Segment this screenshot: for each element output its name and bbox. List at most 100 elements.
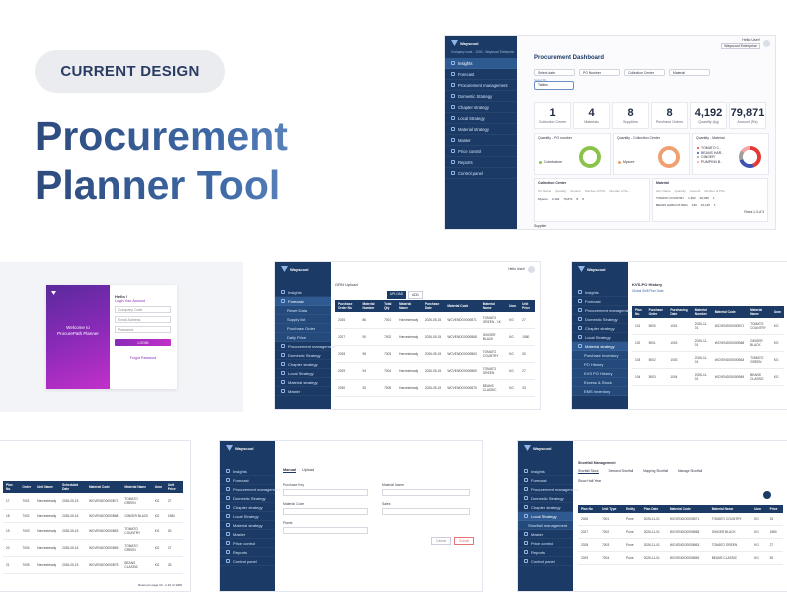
pagination[interactable]: Rows 1-3 of 3 [656,210,764,214]
sidebar-item-procurement[interactable]: Procurement management [275,342,335,351]
table-row[interactable]: 2029 94 7004 Harvestready 2026-05-15 WCVENDO0… [335,362,535,380]
sidebar-item-7[interactable]: Master [445,135,517,146]
sidebar-subitem[interactable]: KVS PO History [572,369,628,378]
sidebar-subitem[interactable]: EMS Inventory [572,387,628,396]
sidebar-item-insights[interactable]: Insights [518,467,573,476]
cancel-button[interactable]: Cancel [431,537,452,545]
column-header[interactable]: Unit Name [34,481,60,493]
column-header[interactable]: Order [19,481,35,493]
column-header[interactable]: Uom [151,481,165,493]
sidebar-item-price[interactable]: Price control [518,539,573,548]
sidebar-item-chapter[interactable]: Chapter strategy [572,324,628,333]
sidebar-item-6[interactable]: Material strategy [445,124,517,135]
column-header[interactable]: Purchase Order No [335,300,360,312]
sidebar-subitem[interactable]: Reset Data [275,306,331,315]
sidebar-item-insights[interactable]: Insights [275,288,331,297]
table-row[interactable]: 2026 86 7001 Harvestready 2026-05-15 WCVENDO0… [335,312,535,329]
sidebar-subitem[interactable]: Excess & Stock [572,378,628,387]
sidebar-item-1[interactable]: Forecast [445,69,517,80]
sidebar-item-material[interactable]: Material strategy [220,521,275,530]
sidebar-item-domestic[interactable]: Domestic Strategy [275,351,331,360]
sidebar-item-8[interactable]: Price control [445,146,517,157]
sidebar-subitem-shortfall[interactable]: Shortfall management [518,521,573,530]
column-header[interactable]: Unit Price [164,481,183,493]
tab-shortfall-0[interactable]: Shortfall Stock [578,469,599,474]
sidebar-item-reports[interactable]: Reports [220,548,275,557]
sidebar-item-4[interactable]: Chapter strategy [445,102,517,113]
column-header[interactable]: Plan No. [632,306,646,318]
plants-field[interactable] [283,527,368,534]
tab-shortfall-1[interactable]: Demand Shortfall [609,469,634,474]
tab-manual[interactable]: Manual [283,468,297,473]
sidebar-item-local[interactable]: Local Strategy [518,512,573,521]
sidebar-item-control[interactable]: Control panel [518,557,573,566]
sidebar-item-local[interactable]: Local Strategy [572,333,628,342]
forgot-password-link[interactable]: Forgot Password [115,356,171,360]
table-row[interactable]: 19 7003 Harvestready 2026-05-15 WCVENDO0000B… [3,522,183,540]
sidebar-subitem[interactable]: Daily Price [275,333,331,342]
filter-dropdown[interactable]: Material [669,69,710,76]
table-row[interactable]: 20 7004 Harvestready 2026-05-15 WCVENDO0000B… [3,539,183,557]
add-button[interactable] [763,491,771,499]
avatar[interactable] [528,265,535,273]
table-row[interactable]: 103 5002 1003 2026-11-01 WCVENDO0000B63 TOMAT… [632,351,784,369]
sidebar-subitem[interactable]: PO History [572,360,628,369]
upload-tab[interactable]: UPLOAD [387,291,407,299]
sidebar-item-chapter[interactable]: Chapter strategy [275,360,331,369]
sidebar-item-5[interactable]: Local Strategy [445,113,517,124]
column-header[interactable]: Purchase Date [421,300,445,312]
table-row[interactable]: 2026 7001 Pune 2026-11-01 WCVENDO0000B71 TOMA… [578,513,783,526]
sales-field[interactable] [382,508,470,515]
material-name-field[interactable] [382,489,470,496]
sidebar-item-procurement[interactable]: Procurement management [518,485,578,494]
sidebar-item-forecast[interactable]: Forecast [275,297,331,306]
column-header[interactable]: Total Qty [381,300,397,312]
filter-dropdown[interactable]: Collection Center [624,69,665,76]
table-row[interactable]: 17 7001 Harvestready 2026-05-15 WCVENDO0000B… [3,493,183,510]
sidebar-item-domestic[interactable]: Domestic Strategy [572,315,628,324]
column-header[interactable]: Material Name [708,505,752,513]
add-tab[interactable]: ADD [408,291,423,299]
sidebar-item-chapter[interactable]: Chapter strategy [518,503,573,512]
column-header[interactable]: Material Name [747,306,771,318]
column-header[interactable]: Material Number [359,300,382,312]
column-header[interactable]: Material Name [121,481,152,493]
sidebar-item-master[interactable]: Master [518,530,573,539]
tab-upload[interactable]: Upload [302,468,314,473]
table-row[interactable]: 2029 7004 Pune 2026-11-01 WCVENDO0000B69 BEAN… [578,551,783,565]
column-header[interactable]: Purchasing Date [667,306,692,318]
sidebar-item-local[interactable]: Local Strategy [275,369,331,378]
filter-dropdown[interactable]: PO Number [579,69,620,76]
email-field[interactable]: Email Address [115,316,171,323]
sidebar-item-10[interactable]: Control panel [445,168,517,179]
user-menu[interactable]: Hello User! [503,262,540,276]
sidebar-item-forecast[interactable]: Forecast [220,476,275,485]
column-header[interactable]: Material Code [444,300,480,312]
column-header[interactable]: Unit Type [599,505,624,513]
sidebar-item-0[interactable]: Insights [445,58,517,69]
pagination[interactable]: Rows per page 10 - 1-10 of 1000 [138,583,182,587]
column-header[interactable]: Material Number [691,306,712,318]
sidebar-item-reports[interactable]: Reports [518,548,573,557]
sidebar-subitem[interactable]: Purchase Inventory [572,351,628,360]
column-header[interactable]: Price [766,505,783,513]
column-header[interactable]: Uom [751,505,767,513]
table-row[interactable]: 101 5000 1001 2026-11-01 WCVENDO0000B71 TOMAT… [632,318,784,335]
filter-dropdown[interactable]: Select date [534,69,575,76]
table-row[interactable]: 102 5001 1002 2026-11-01 WCVENDO0000B68 GINGE… [632,334,784,352]
sidebar-item-3[interactable]: Domestic Strategy [445,91,517,102]
column-header[interactable]: Plan No. [3,481,20,493]
table-row[interactable]: 2030 92 7005 Harvestready 2026-05-15 WCVENDO0… [335,379,535,397]
table-row[interactable]: 104 5003 1004 2026-11-01 WCVENDO0000B69 BEANS… [632,368,784,386]
sidebar-item-forecast[interactable]: Forecast [518,476,573,485]
column-header[interactable]: Scheduled Date [59,481,86,493]
sidebar-subitem[interactable]: Supply list [275,315,331,324]
sidebar-item-procurement[interactable]: Procurement management [220,485,280,494]
column-header[interactable]: Material Code [711,306,748,318]
user-menu[interactable]: Hello User! Wayscool Enterprise [716,36,775,50]
submit-button[interactable]: Submit [454,537,474,545]
column-header[interactable]: Plan No [578,505,600,513]
column-header[interactable]: Plan Date [640,505,667,513]
sidebar-item-material[interactable]: Material strategy [572,342,628,351]
sidebar-item-2[interactable]: Procurement management [445,80,517,91]
